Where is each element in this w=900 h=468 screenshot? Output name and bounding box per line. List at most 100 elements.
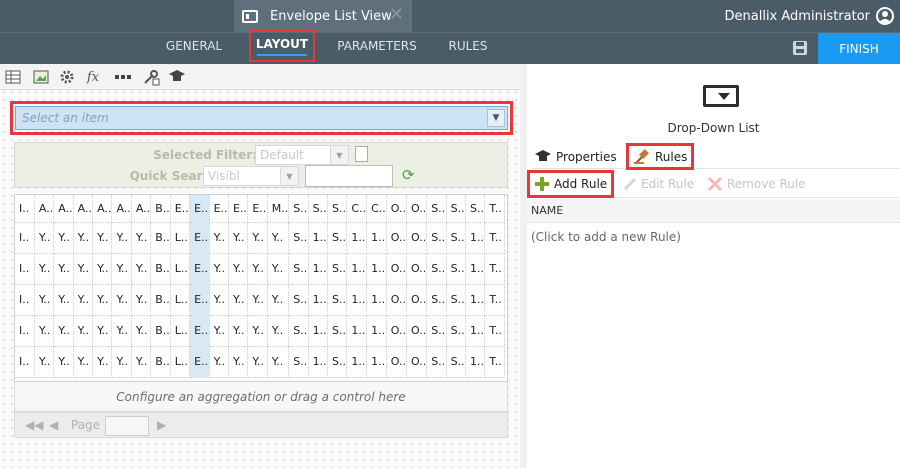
grid-cell[interactable]: Y.. (209, 284, 229, 316)
grid-cell[interactable]: O.. (406, 315, 428, 347)
grid-cell[interactable]: Y.. (228, 315, 249, 347)
grid-cell[interactable]: Y.. (247, 222, 268, 254)
grid-cell[interactable]: 1.. (346, 346, 368, 378)
grid-cell[interactable]: Y.. (247, 346, 268, 378)
grid-cell[interactable]: E.. (189, 222, 210, 254)
grid-cell[interactable]: Y.. (111, 222, 132, 254)
tools-icon[interactable] (142, 68, 160, 86)
grid-column-header[interactable]: E.. (228, 195, 249, 223)
grid-cell[interactable]: Y.. (73, 253, 94, 285)
grid-column-header[interactable]: S.. (465, 195, 486, 223)
grid-cell[interactable]: T.. (484, 315, 505, 347)
grid-cell[interactable]: Y.. (34, 346, 55, 378)
grid-cell[interactable]: S.. (426, 346, 447, 378)
grid-cell[interactable]: Y.. (228, 253, 249, 285)
grid-cell[interactable]: I.. (15, 253, 35, 285)
grid-cell[interactable]: Y.. (247, 284, 268, 316)
grid-cell[interactable]: E.. (189, 315, 210, 347)
grid-cell[interactable]: Y.. (228, 284, 249, 316)
remove-rule-button[interactable]: Remove Rule (707, 170, 806, 198)
grid-cell[interactable]: Y.. (53, 253, 74, 285)
previous-page-icon[interactable]: ◀ (49, 418, 58, 432)
image-icon[interactable] (32, 68, 50, 86)
grid-cell[interactable]: Y.. (131, 222, 152, 254)
grid-cell[interactable]: 1.. (346, 315, 368, 347)
grid-cell[interactable]: S.. (327, 253, 348, 285)
grid-column-header[interactable]: S.. (327, 195, 348, 223)
grid-column-header[interactable]: O.. (406, 195, 428, 223)
grid-cell[interactable]: 1.. (346, 222, 368, 254)
grid-cell[interactable]: I.. (15, 346, 35, 378)
quick-search-field-select[interactable]: Visibl ▼ (203, 166, 299, 186)
next-page-icon[interactable]: ▶ (157, 418, 166, 432)
grid-cell[interactable]: Y.. (131, 315, 152, 347)
add-new-rule-link[interactable]: (Click to add a new Rule) (531, 230, 681, 244)
user-menu[interactable]: Denallix Administrator (725, 0, 894, 32)
grid-cell[interactable]: O.. (406, 346, 428, 378)
grid-cell[interactable]: B.. (150, 222, 171, 254)
grid-column-header[interactable]: M.. (267, 195, 290, 223)
grid-cell[interactable]: Y.. (209, 346, 229, 378)
grid-column-header[interactable]: E.. (209, 195, 229, 223)
grid-cell[interactable]: S.. (426, 284, 447, 316)
grid-cell[interactable]: T.. (484, 346, 505, 378)
grid-cell[interactable]: O.. (386, 284, 407, 316)
grid-cell[interactable]: Y.. (73, 315, 94, 347)
finish-button[interactable]: FINISH (818, 33, 900, 65)
grid-cell[interactable]: L.. (170, 253, 191, 285)
grid-cell[interactable]: S.. (426, 222, 447, 254)
grid-cell[interactable]: 1.. (308, 222, 329, 254)
tab-layout[interactable]: LAYOUT (249, 30, 315, 62)
first-page-icon[interactable]: ◀◀ (25, 418, 43, 432)
grid-cell[interactable]: 1.. (465, 346, 486, 378)
grid-cell[interactable]: E.. (189, 253, 210, 285)
grid-cell[interactable]: T.. (484, 222, 505, 254)
grid-cell[interactable]: Y.. (247, 253, 268, 285)
grid-cell[interactable]: S.. (327, 222, 348, 254)
grid-column-header[interactable]: B.. (150, 195, 171, 223)
grid-cell[interactable]: Y.. (73, 346, 94, 378)
grid-cell[interactable]: Y.. (267, 253, 290, 285)
grid-cell[interactable]: 1.. (308, 315, 329, 347)
grid-cell[interactable]: Y.. (111, 315, 132, 347)
grid-cell[interactable]: S.. (446, 222, 466, 254)
grid-cell[interactable]: 1.. (308, 346, 329, 378)
grid-cell[interactable]: Y.. (34, 315, 55, 347)
grid-cell[interactable]: L.. (170, 284, 191, 316)
grid-cell[interactable]: 1.. (465, 253, 486, 285)
grid-cell[interactable]: O.. (406, 222, 428, 254)
grid-column-header[interactable]: E.. (189, 195, 210, 223)
grid-column-header[interactable]: S.. (446, 195, 466, 223)
grid-cell[interactable]: 1.. (366, 284, 387, 316)
aggregation-drop-zone[interactable]: Configure an aggregation or drag a contr… (14, 382, 508, 412)
grid-cell[interactable]: Y.. (267, 315, 290, 347)
grid-cell[interactable]: 1.. (346, 284, 368, 316)
tab-general[interactable]: GENERAL (162, 33, 226, 64)
grid-cell[interactable]: 1.. (308, 284, 329, 316)
drop-down-list[interactable]: Select an item ▼ (15, 106, 508, 130)
grid-column-header[interactable]: O.. (386, 195, 407, 223)
ellipsis-icon[interactable] (114, 68, 132, 86)
grid-column-header[interactable]: A.. (34, 195, 55, 223)
grid-cell[interactable]: Y.. (228, 346, 249, 378)
grid-column-header[interactable]: A.. (73, 195, 94, 223)
grid-cell[interactable]: S.. (446, 284, 466, 316)
grid-cell[interactable]: Y.. (247, 315, 268, 347)
grid-column-header[interactable]: I.. (15, 195, 35, 223)
grid-cell[interactable]: Y.. (92, 346, 113, 378)
grid-cell[interactable]: Y.. (73, 284, 94, 316)
grid-column-header[interactable]: A.. (131, 195, 152, 223)
grid-cell[interactable]: O.. (386, 222, 407, 254)
grid-cell[interactable]: 1.. (346, 253, 368, 285)
grid-cell[interactable]: T.. (484, 284, 505, 316)
grid-cell[interactable]: 1.. (465, 315, 486, 347)
grid-cell[interactable]: S.. (288, 253, 309, 285)
grid-cell[interactable]: Y.. (92, 284, 113, 316)
grid-cell[interactable]: B.. (150, 284, 171, 316)
grid-cell[interactable]: O.. (406, 284, 428, 316)
grid-cell[interactable]: 1.. (366, 315, 387, 347)
grid-column-header[interactable]: A.. (53, 195, 74, 223)
grid-column-header[interactable]: E.. (247, 195, 268, 223)
grid-cell[interactable]: O.. (386, 253, 407, 285)
grid-cell[interactable]: Y.. (53, 284, 74, 316)
